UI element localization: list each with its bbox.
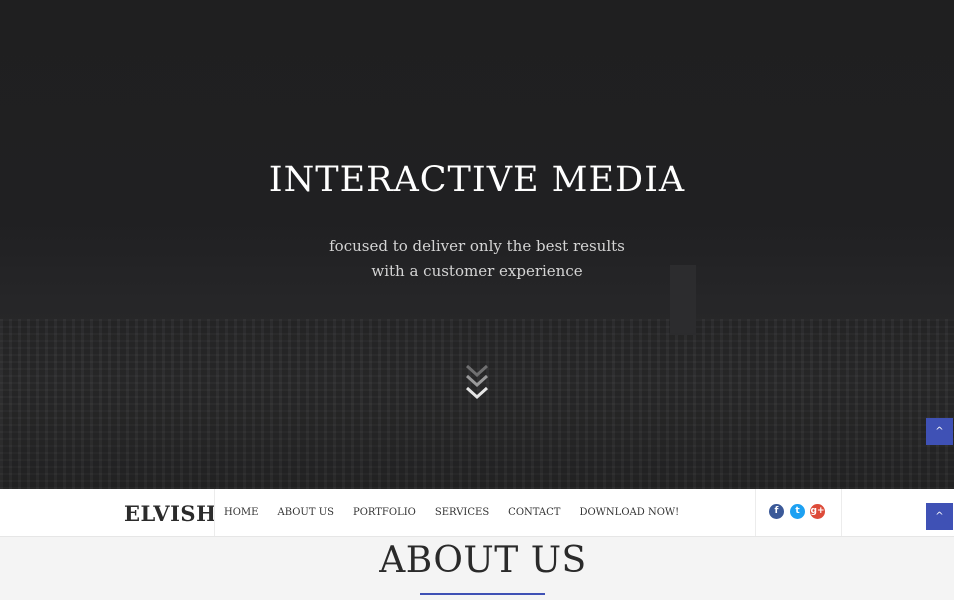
- hero-subtitle-line-1: focused to deliver only the best results: [329, 237, 625, 255]
- nav-item-download-now[interactable]: DOWNLOAD NOW!: [579, 507, 679, 518]
- double-chevron-down-icon[interactable]: [462, 362, 492, 404]
- facebook-icon[interactable]: f: [769, 504, 784, 519]
- hero-section: INTERACTIVE MEDIA focused to deliver onl…: [0, 0, 954, 489]
- nav-item-contact[interactable]: CONTACT: [508, 507, 560, 518]
- section-title: ABOUT US: [379, 540, 587, 581]
- google-plus-icon[interactable]: g+: [810, 504, 825, 519]
- hero-title: INTERACTIVE MEDIA: [268, 160, 686, 200]
- nav-item-home[interactable]: HOME: [224, 507, 258, 518]
- nav-item-services[interactable]: SERVICES: [435, 507, 489, 518]
- nav-menu: HOME ABOUT US PORTFOLIO SERVICES CONTACT…: [224, 489, 698, 536]
- back-to-top-button[interactable]: ^: [926, 418, 953, 445]
- site-logo[interactable]: ELVISH: [124, 501, 216, 526]
- hero-subtitle: focused to deliver only the best results…: [0, 234, 954, 284]
- hero-subtitle-line-2: with a customer experience: [371, 262, 583, 280]
- logo-divider: [214, 489, 215, 536]
- back-to-top-button-secondary[interactable]: ^: [926, 503, 953, 530]
- main-navbar: ELVISH HOME ABOUT US PORTFOLIO SERVICES …: [0, 489, 954, 537]
- nav-item-about-us[interactable]: ABOUT US: [277, 507, 334, 518]
- section-title-underline: [420, 593, 545, 595]
- social-links: f t g+: [755, 489, 842, 536]
- twitter-icon[interactable]: t: [790, 504, 805, 519]
- nav-item-portfolio[interactable]: PORTFOLIO: [353, 507, 416, 518]
